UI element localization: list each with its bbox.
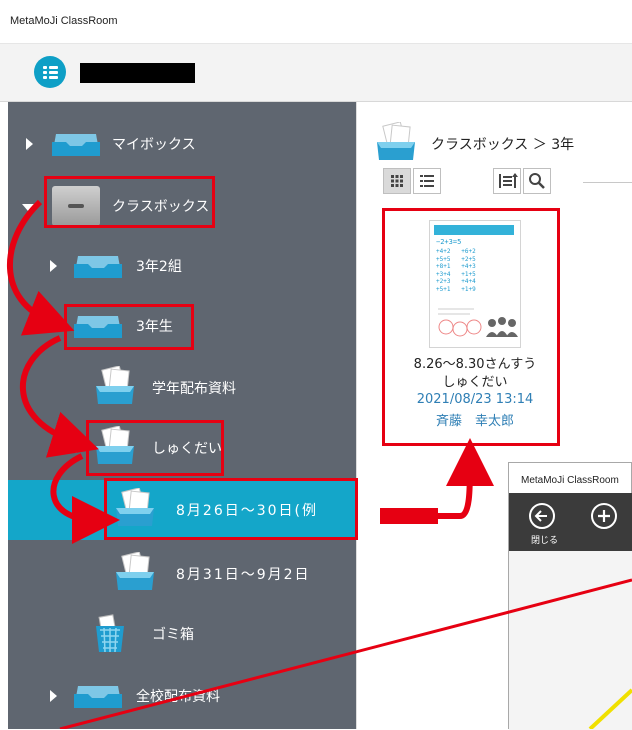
- folder-document-icon: [377, 122, 415, 160]
- title-bar: MetaMoJi ClassRoom: [0, 0, 632, 44]
- folder-document-icon: [116, 488, 154, 526]
- list-view-icon: [420, 175, 434, 187]
- sidebar-item-label: 3年生: [136, 319, 173, 335]
- document-title-line1: 8.26〜8.30さんすう: [413, 357, 537, 372]
- plus-icon: [598, 510, 610, 522]
- thumbnail-text: −2+3=5: [436, 238, 462, 246]
- sidebar-item-label: しゅくだい: [152, 441, 222, 457]
- redacted-user-name: [80, 63, 195, 83]
- list-icon: [43, 66, 47, 69]
- app-window: MetaMoJi ClassRoom マイボックス クラスボックス 3年2組 3…: [0, 0, 632, 730]
- close-label: 閉じる: [531, 536, 559, 546]
- thumbnail-header: [434, 225, 514, 235]
- folder-document-icon: [116, 552, 154, 590]
- document-card[interactable]: −2+3=5 +4+2 +6+2 +5+5 +2+5 +8+1 +4+3 +3+…: [389, 210, 561, 450]
- sidebar-item-classbox[interactable]: クラスボックス: [8, 182, 356, 230]
- sidebar-item-aug26-30[interactable]: 8月26日〜30日(例: [8, 480, 356, 540]
- blue-tray-icon: [74, 316, 122, 338]
- trash-icon: [96, 614, 124, 653]
- sort-button[interactable]: [493, 168, 521, 194]
- document-thumbnail[interactable]: −2+3=5 +4+2 +6+2 +5+5 +2+5 +8+1 +4+3 +3+…: [429, 220, 521, 348]
- add-button[interactable]: [591, 503, 617, 529]
- sidebar-tree: マイボックス クラスボックス 3年2組 3年生 学年配布資料 しゅくだい 8月2…: [8, 102, 356, 729]
- menu-button[interactable]: [34, 56, 66, 88]
- document-canvas[interactable]: [509, 551, 632, 730]
- sidebar-item-mybox[interactable]: マイボックス: [8, 120, 356, 168]
- back-arrow-icon: [534, 510, 547, 522]
- chevron-right-icon[interactable]: [26, 138, 33, 150]
- search-button[interactable]: [523, 168, 551, 194]
- window-title: MetaMoJi ClassRoom: [10, 15, 118, 27]
- sidebar-item-label: マイボックス: [112, 137, 196, 153]
- sidebar-item-homework[interactable]: しゅくだい: [8, 424, 356, 472]
- sidebar-item-school-materials[interactable]: 全校配布資料: [8, 672, 356, 720]
- document-window-preview: MetaMoJi ClassRoom 閉じる: [508, 462, 632, 730]
- sidebar-item-class-3-2[interactable]: 3年2組: [8, 242, 356, 290]
- sidebar-item-label: 8月31日〜9月2日: [176, 567, 311, 583]
- document-owner: 斉藤 幸太郎: [435, 414, 514, 429]
- document-date: 2021/08/23 13:14: [416, 392, 534, 407]
- list-icon-line: [49, 66, 58, 69]
- toolbar-divider: [583, 182, 632, 183]
- chevron-right-icon[interactable]: [50, 260, 57, 272]
- chevron-down-icon[interactable]: [22, 204, 34, 211]
- document-title-line2: しゅくだい: [442, 375, 508, 390]
- sidebar-item-grade-materials[interactable]: 学年配布資料: [8, 364, 356, 412]
- chevron-down-icon[interactable]: [48, 324, 60, 331]
- list-icon-dot: [43, 71, 47, 74]
- sidebar-item-trash[interactable]: ゴミ箱: [8, 610, 356, 658]
- close-back-button[interactable]: [529, 503, 555, 529]
- sidebar-item-label: 8月26日〜30日(例: [176, 503, 318, 519]
- sort-icon: [499, 173, 518, 188]
- thumbnail-illustration: [438, 308, 518, 337]
- sidebar-item-aug31-sep2[interactable]: 8月31日〜9月2日: [8, 550, 356, 598]
- sidebar-item-grade-3[interactable]: 3年生: [8, 302, 356, 350]
- sidebar-item-label: 全校配布資料: [136, 689, 220, 705]
- folder-document-icon: [96, 366, 134, 404]
- window-title: MetaMoJi ClassRoom: [521, 475, 619, 486]
- sidebar-item-label: ゴミ箱: [152, 627, 194, 643]
- thumbnail-problems: +4+2 +6+2 +5+5 +2+5 +8+1 +4+3 +3+4 +1+5 …: [436, 248, 476, 293]
- chevron-right-icon[interactable]: [50, 690, 57, 702]
- blue-tray-icon: [52, 134, 100, 156]
- folder-document-icon: [96, 426, 134, 464]
- blue-tray-icon: [74, 686, 122, 708]
- list-icon-line: [49, 76, 58, 79]
- sidebar-item-label: クラスボックス: [112, 199, 210, 215]
- blue-tray-icon: [74, 256, 122, 278]
- search-icon: [529, 173, 545, 189]
- list-icon-dot: [43, 76, 47, 79]
- gray-box-icon: [52, 186, 100, 226]
- breadcrumb-path[interactable]: クラスボックス ＞ 3年: [431, 134, 574, 154]
- list-icon-line: [49, 71, 58, 74]
- chevron-down-icon[interactable]: [70, 446, 82, 453]
- sidebar-item-label: 3年2組: [136, 259, 182, 275]
- app-header: [0, 44, 632, 102]
- document-toolbar: 閉じる: [509, 493, 632, 551]
- list-view-button[interactable]: [413, 168, 441, 194]
- grid-icon: [391, 175, 403, 187]
- sidebar-item-label: 学年配布資料: [152, 381, 236, 397]
- grid-view-button[interactable]: [383, 168, 411, 194]
